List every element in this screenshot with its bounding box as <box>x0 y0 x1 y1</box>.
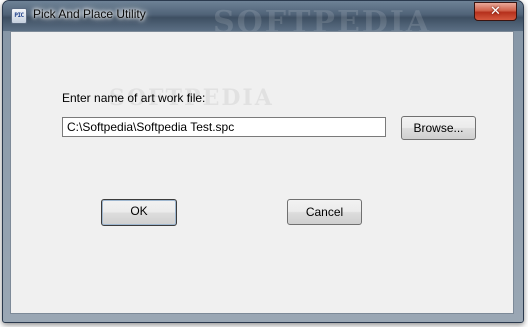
artwork-file-input[interactable]: C:\Softpedia\Softpedia Test.spc <box>62 117 386 137</box>
cancel-button[interactable]: Cancel <box>287 199 362 225</box>
browse-button[interactable]: Browse... <box>401 116 476 140</box>
close-icon: ✕ <box>490 4 501 19</box>
artwork-file-label: Enter name of art work file: <box>62 91 206 105</box>
close-button[interactable]: ✕ <box>474 2 517 21</box>
ok-button[interactable]: OK <box>101 199 177 226</box>
window-title: Pick And Place Utility <box>33 7 146 21</box>
app-icon: PIC <box>11 8 27 24</box>
dialog-client-area: SOFTPEDIA Enter name of art work file: C… <box>10 31 514 314</box>
title-bar[interactable]: PIC Pick And Place Utility SOFTPEDIA ✕ <box>3 1 523 40</box>
dialog-window: PIC Pick And Place Utility SOFTPEDIA ✕ S… <box>2 0 524 323</box>
